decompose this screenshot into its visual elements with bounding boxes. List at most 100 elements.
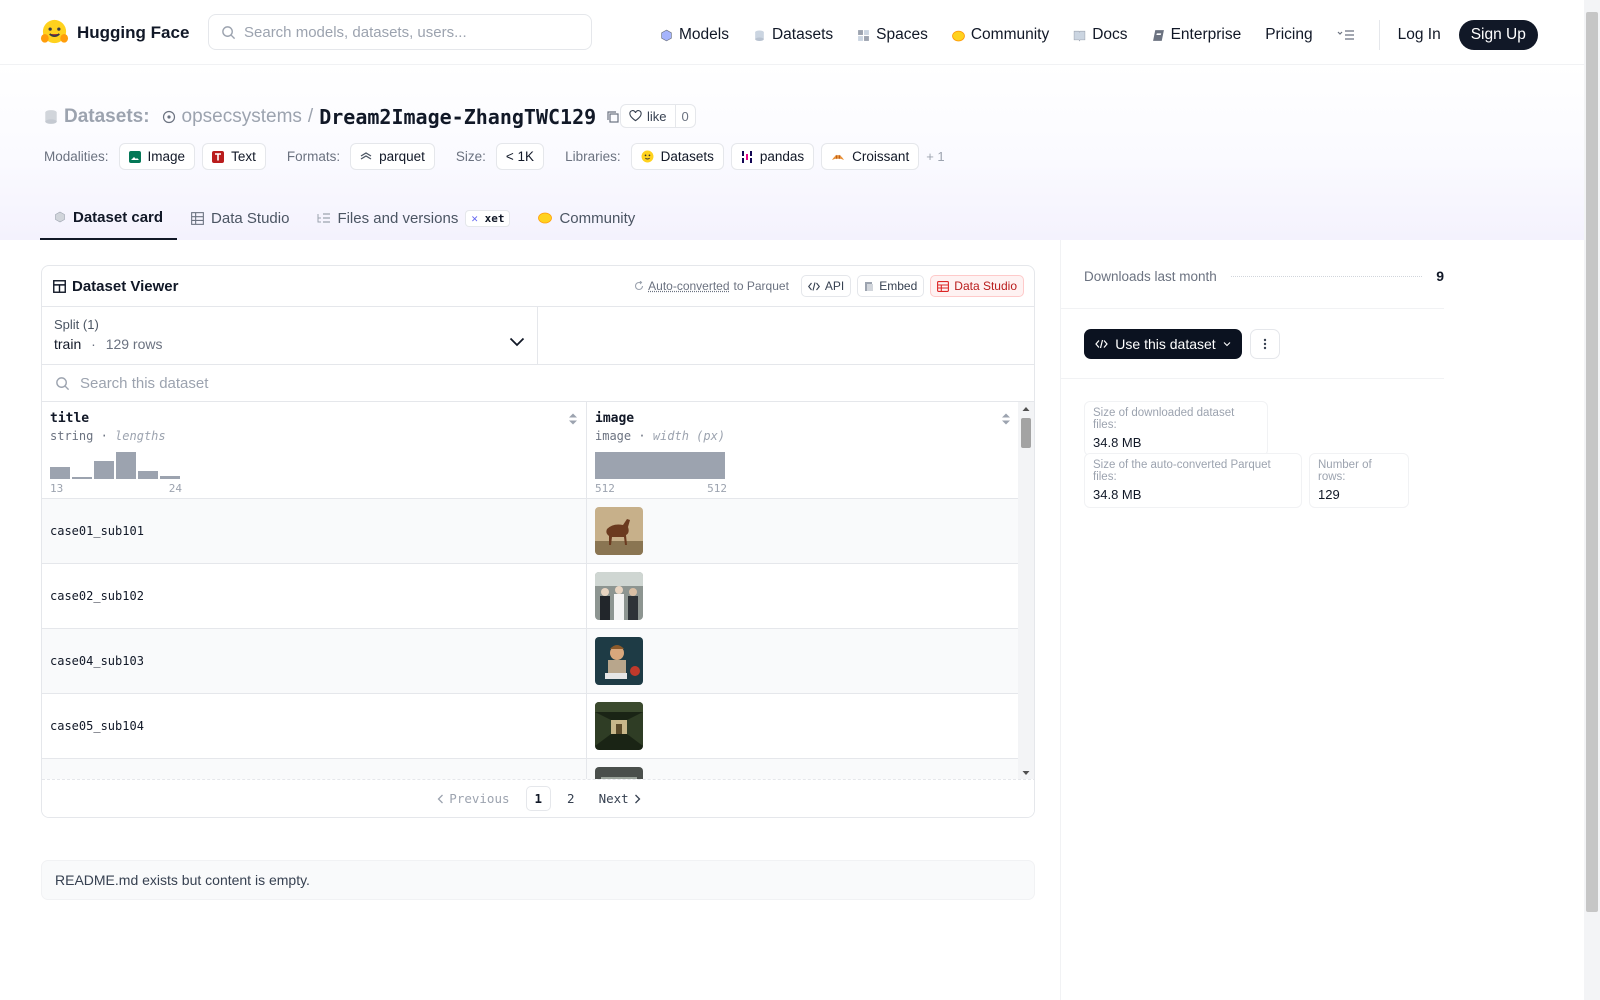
page-scrollbar[interactable] [1584,0,1600,1000]
table-row[interactable]: case04_sub103 [42,629,1019,694]
table-row[interactable]: case05_sub104 [42,694,1019,759]
column-header-image[interactable]: image image · width (px) 512 512 [587,402,1019,498]
column-type-name: string [50,429,94,443]
repo-type-link[interactable]: Datasets: [64,106,150,128]
split-selector[interactable]: Split (1) train · 129 rows [42,307,538,364]
tag-modality-text[interactable]: Text [202,143,266,170]
viewer-actions: Auto-converted to Parquet API Embed Data… [634,275,1024,297]
nav-community-label: Community [970,26,1050,43]
tag-library-croissant[interactable]: Croissant [821,143,920,170]
split-label: Split (1) [54,317,99,332]
page-2-button[interactable]: 2 [559,787,583,810]
nav-spaces[interactable]: Spaces [857,23,928,47]
crowd-photo-thumbnail[interactable] [595,572,643,620]
table-row[interactable]: case02_sub102 [42,564,1019,629]
nav-datasets[interactable]: Datasets [753,23,833,47]
hf-datasets-icon [641,150,654,163]
page-scrollbar-thumb[interactable] [1586,12,1598,912]
enterprise-icon [1152,29,1164,41]
column-header-title[interactable]: title string · lengths 13 24 [42,402,587,498]
histogram-bar[interactable] [116,452,136,479]
chevron-left-icon [437,794,444,803]
table-grid-icon [53,279,66,293]
repo-name[interactable]: Dream2Image-ZhangTWC129 [319,105,596,129]
page-1-button[interactable]: 1 [525,786,552,811]
cell-title[interactable] [42,759,587,780]
more-options-button[interactable] [1250,329,1280,359]
table-row[interactable] [42,759,1019,780]
tag-library-pandas[interactable]: pandas [730,143,815,170]
next-page-button[interactable]: Next [591,787,649,810]
repo-tabs: Dataset card Data Studio Files and versi… [40,196,649,240]
nav-docs[interactable]: Docs [1073,23,1128,47]
nav-more-menu[interactable] [1337,23,1355,47]
histogram-bar[interactable] [160,476,180,479]
previous-page-button[interactable]: Previous [429,787,517,810]
more-tags-link[interactable]: + 1 [926,149,944,164]
global-search-input[interactable] [244,23,564,41]
repo-owner-link[interactable]: opsecsystems [182,106,302,128]
child-photo-thumbnail[interactable] [595,637,643,685]
api-button[interactable]: API [800,275,852,297]
dataset-search-box[interactable] [42,365,1034,402]
tag-library-datasets[interactable]: Datasets [630,143,724,170]
like-toggle[interactable]: like [621,105,675,127]
like-count[interactable]: 0 [674,105,695,127]
histogram-bar[interactable] [50,467,70,479]
table-row[interactable]: case01_sub101 [42,499,1019,564]
table-scrollbar-thumb[interactable] [1021,418,1031,448]
image-modality-icon [128,150,141,163]
embed-button[interactable]: Embed [857,275,925,297]
auto-converted-link[interactable]: Auto-converted [648,279,729,293]
tag-modality-image[interactable]: Image [118,143,196,170]
histogram-bar[interactable] [94,461,114,479]
copy-icon[interactable] [606,110,620,124]
tag-parquet-label: parquet [379,149,425,164]
cell-title[interactable]: case04_sub103 [42,629,587,693]
auto-converted-rest: to Parquet [733,279,789,293]
global-search-box[interactable] [208,14,592,50]
brand-link[interactable]: Hugging Face [40,18,189,47]
tab-data-studio-label: Data Studio [211,209,290,227]
sort-icon[interactable] [1001,412,1011,426]
histogram-bar[interactable] [595,452,725,479]
histogram-bar[interactable] [138,471,158,479]
split-selector-row: Split (1) train · 129 rows [42,307,1034,365]
login-link[interactable]: Log In [1398,26,1441,44]
tag-text-label: Text [231,149,256,164]
tab-data-studio[interactable]: Data Studio [177,196,303,240]
tag-image-label: Image [147,149,186,164]
tab-files-versions[interactable]: Files and versions ✕ xet [303,196,524,240]
search-icon [56,376,70,390]
cell-title[interactable]: case05_sub104 [42,694,587,758]
data-studio-button[interactable]: Data Studio [930,275,1024,297]
nav-pricing[interactable]: Pricing [1265,23,1312,47]
signup-button[interactable]: Sign Up [1458,20,1538,50]
histogram-bar[interactable] [72,477,92,479]
nav-enterprise[interactable]: Enterprise [1152,23,1241,47]
brand-name: Hugging Face [77,22,190,42]
tag-format-parquet[interactable]: parquet [350,143,435,170]
use-this-dataset-button[interactable]: Use this dataset [1084,329,1242,359]
dataset-search-input[interactable] [80,374,680,392]
horse-photo-thumbnail[interactable] [595,507,643,555]
tab-community[interactable]: Community [524,196,649,240]
tab-files-label: Files and versions [337,209,459,227]
scroll-up-arrow-icon[interactable] [1018,404,1034,414]
tag-size[interactable]: < 1K [495,143,545,170]
scroll-down-arrow-icon[interactable] [1018,768,1034,778]
tab-dataset-card[interactable]: Dataset card [40,196,178,240]
dataset-card-icon [55,211,65,223]
use-this-dataset-label: Use this dataset [1115,336,1216,352]
table-scrollbar[interactable] [1018,402,1034,780]
column-type-name: image [595,429,632,443]
cell-title[interactable]: case01_sub101 [42,499,587,563]
corridor-photo-thumbnail[interactable] [595,702,643,750]
sort-icon[interactable] [568,412,578,426]
nav-datasets-label: Datasets [771,26,834,43]
cell-title[interactable]: case02_sub102 [42,564,587,628]
hugging-face-logo-icon [40,19,69,44]
like-button[interactable]: like 0 [620,104,696,128]
nav-models[interactable]: Models [660,23,729,47]
nav-community[interactable]: Community [951,23,1050,47]
